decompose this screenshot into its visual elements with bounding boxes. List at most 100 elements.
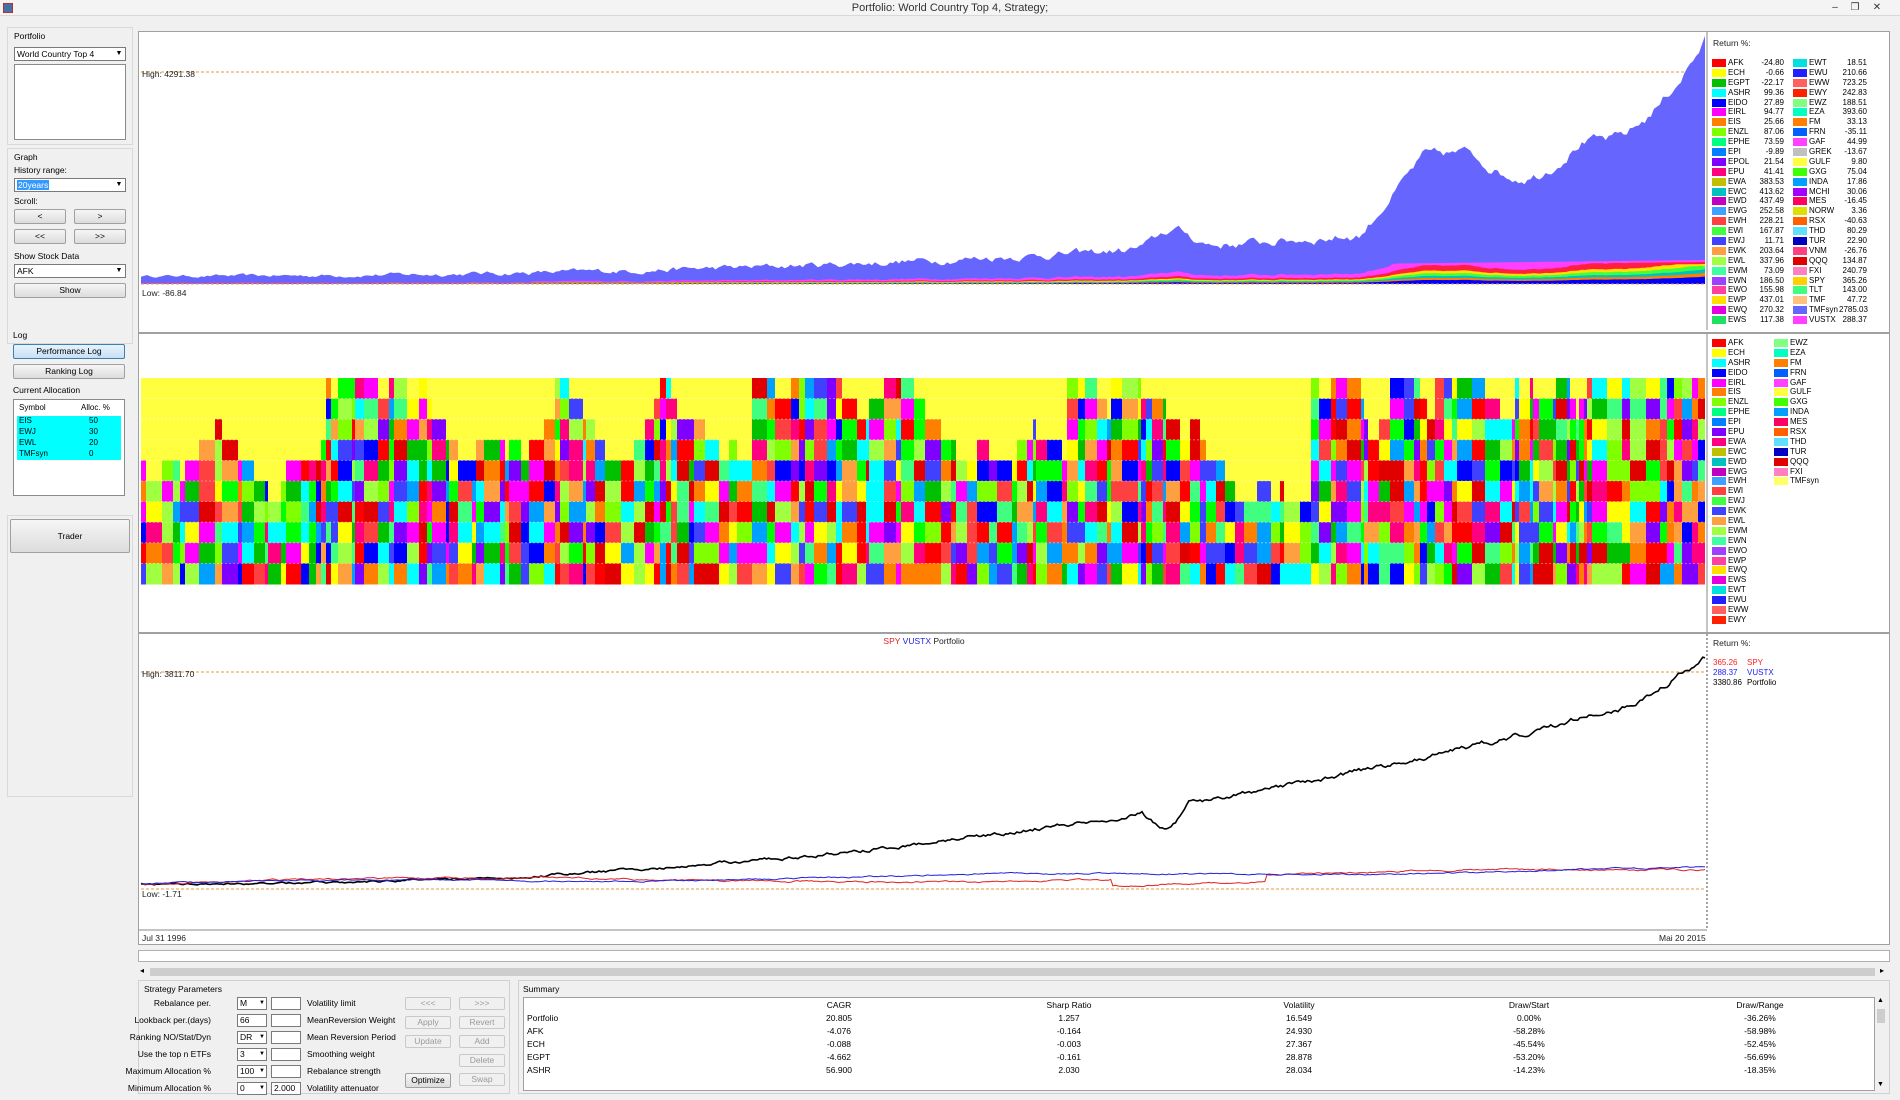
summary-scroll-thumb[interactable] xyxy=(1877,1009,1885,1023)
legend-swatch xyxy=(1712,358,1726,367)
legend-value: 288.37 xyxy=(1713,667,1738,677)
allocation-row[interactable]: EWL 20 xyxy=(17,438,121,449)
rank-cell xyxy=(238,481,242,503)
swap-button[interactable]: Swap xyxy=(459,1073,505,1086)
legend-item: EZA 393.60 xyxy=(1793,107,1889,117)
parameter-select[interactable]: 100 ▼ xyxy=(237,1065,267,1078)
scroll-right-arrow-icon[interactable]: ▸ xyxy=(1880,966,1884,975)
rank-cell xyxy=(458,542,472,564)
rank-cell xyxy=(1235,419,1244,441)
rank-cell xyxy=(775,481,791,503)
rank-cell xyxy=(1284,419,1300,441)
add-button[interactable]: Add xyxy=(459,1035,505,1048)
summary-row[interactable]: EGPT -4.662 -0.161 28.878 -53.20% -56.69% xyxy=(524,1050,1874,1063)
scroll-up-icon[interactable]: ▲ xyxy=(1877,997,1884,1004)
rank-cell xyxy=(309,378,316,400)
parameter-label-2: Volatility limit xyxy=(307,998,356,1008)
summary-row[interactable]: AFK -4.076 -0.164 24.930 -58.28% -58.98% xyxy=(524,1024,1874,1037)
trader-button[interactable]: Trader xyxy=(10,519,130,553)
rank-cell xyxy=(1682,398,1692,420)
rank-cell xyxy=(752,439,767,461)
rank-cell xyxy=(505,542,509,564)
minimize-button[interactable]: – xyxy=(1826,1,1844,14)
rank-cell xyxy=(1512,501,1515,523)
rank-cell xyxy=(1138,542,1141,564)
update-button[interactable]: Update xyxy=(405,1035,451,1048)
rank-cell xyxy=(689,378,694,400)
legend-item: EGPT -22.17 xyxy=(1712,78,1794,88)
performance-log-button[interactable]: Performance Log xyxy=(13,344,125,359)
ranking-log-button[interactable]: Ranking Log xyxy=(13,364,125,379)
rank-cell xyxy=(791,481,799,503)
scroll-left-arrow-icon[interactable]: ◂ xyxy=(140,966,144,975)
allocation-row[interactable]: EWJ 30 xyxy=(17,427,121,438)
parameter-input-2[interactable] xyxy=(271,997,301,1010)
parameter-select[interactable]: DR ▼ xyxy=(237,1031,267,1044)
legend-item: EWI xyxy=(1712,486,1772,496)
optimize-button[interactable]: Optimize xyxy=(405,1073,451,1088)
allocation-row[interactable]: EIS 50 xyxy=(17,416,121,427)
parameter-input-2[interactable] xyxy=(271,1048,301,1061)
legend-value: 18.51 xyxy=(1846,58,1867,67)
scroll-right-button[interactable]: > xyxy=(74,209,126,224)
revert-button[interactable]: Revert xyxy=(459,1016,505,1029)
scroll-last-button[interactable]: >> xyxy=(74,229,126,244)
rank-cell xyxy=(326,439,331,461)
scroll-down-icon[interactable]: ▼ xyxy=(1877,1081,1884,1088)
restore-button[interactable]: ❐ xyxy=(1846,1,1864,14)
summary-row[interactable]: ECH -0.088 -0.003 27.367 -45.54% -52.45% xyxy=(524,1037,1874,1050)
parameter-select[interactable]: M ▼ xyxy=(237,997,267,1010)
scrollbar-thumb[interactable] xyxy=(150,968,1875,976)
portfolio-select[interactable]: World Country Top 4 ▼ xyxy=(14,47,126,61)
show-button[interactable]: Show xyxy=(14,283,126,298)
rank-cell xyxy=(509,481,521,503)
rank-cell xyxy=(265,481,268,503)
stock-select[interactable]: AFK ▼ xyxy=(14,264,126,278)
legend-label: EWQ xyxy=(1728,565,1748,575)
delete-button[interactable]: Delete xyxy=(459,1054,505,1067)
parameter-select[interactable]: 3 ▼ xyxy=(237,1048,267,1061)
rank-cell xyxy=(1235,542,1244,564)
allocation-table[interactable]: Symbol Alloc. % EIS 50 EWJ 30 EWL 20 TMFsyn 0 xyxy=(13,399,125,496)
horizontal-scrollbar[interactable]: ◂ ▸ xyxy=(138,966,1890,978)
rank-cell xyxy=(1500,439,1512,461)
history-range-select[interactable]: 20years ▼ xyxy=(14,178,126,192)
scroll-first-button[interactable]: << xyxy=(14,229,66,244)
rank-cell xyxy=(1570,419,1576,441)
summary-scrollbar[interactable]: ▲ ▼ xyxy=(1875,997,1887,1091)
legend-item: TUR xyxy=(1774,447,1844,457)
rank-cell xyxy=(1444,501,1452,523)
legend-item: EWG 252.58 xyxy=(1712,206,1794,216)
parameter-input-2[interactable] xyxy=(271,1014,301,1027)
summary-row[interactable]: ASHR 56.900 2.030 28.034 -14.23% -18.35% xyxy=(524,1063,1874,1076)
parameter-input-2[interactable] xyxy=(271,1065,301,1078)
rank-cell xyxy=(427,522,432,544)
parameter-select[interactable]: 0 ▼ xyxy=(237,1082,267,1095)
rank-cell xyxy=(1539,563,1553,585)
rank-cell xyxy=(1570,563,1576,585)
rank-cell xyxy=(1180,481,1190,503)
summary-row[interactable]: Portfolio 20.805 1.257 16.549 0.00% -36.26% xyxy=(524,1011,1874,1024)
chevron-down-icon: ▼ xyxy=(259,1034,265,1040)
rank-cell xyxy=(654,563,660,585)
rank-cell xyxy=(1078,460,1085,482)
apply-button[interactable]: Apply xyxy=(405,1016,451,1029)
rank-cell xyxy=(666,378,671,400)
ranking-chart xyxy=(141,334,1708,632)
close-button[interactable]: ✕ xyxy=(1868,1,1886,14)
portfolio-list[interactable] xyxy=(14,64,126,140)
parameter-input-2[interactable] xyxy=(271,1031,301,1044)
prev-button[interactable]: <<< xyxy=(405,997,451,1010)
legend-item: FXI xyxy=(1774,467,1844,477)
rank-cell xyxy=(1012,439,1017,461)
rank-cell xyxy=(956,460,967,482)
rank-cell xyxy=(1530,419,1533,441)
date-end-label: Mai 20 2015 xyxy=(1659,933,1706,943)
legend-swatch xyxy=(1793,256,1807,265)
next-button[interactable]: >>> xyxy=(459,997,505,1010)
parameter-input-2[interactable]: 2.000 xyxy=(271,1082,301,1095)
scroll-left-button[interactable]: < xyxy=(14,209,66,224)
parameter-input[interactable]: 66 xyxy=(237,1014,267,1027)
allocation-row[interactable]: TMFsyn 0 xyxy=(17,449,121,460)
summary-grid[interactable]: CAGR Sharp Ratio Volatility Draw/Start Draw/… xyxy=(523,997,1875,1091)
